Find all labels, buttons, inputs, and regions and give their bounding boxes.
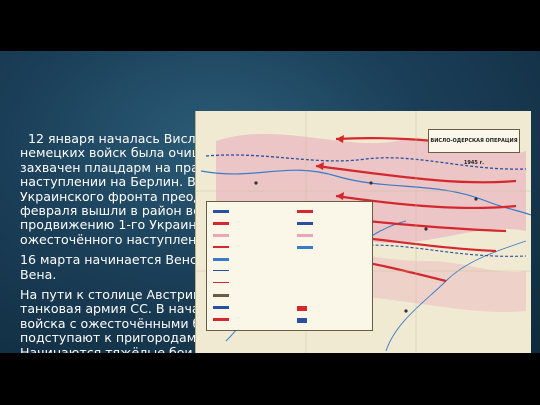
line: ожесточённого наступления xyxy=(20,231,213,247)
line: Вена. xyxy=(20,266,57,282)
line: На пути к столице Австрийс xyxy=(20,287,209,303)
legend-mark xyxy=(213,258,229,261)
legend-mark xyxy=(297,246,313,249)
line: Начинаются тяжёлые бои за xyxy=(20,344,212,353)
legend-mark xyxy=(297,306,307,311)
legend-mark xyxy=(213,246,229,248)
operation-map: ВИСЛО-ОДЕРСКАЯ ОПЕРАЦИЯ 1945 г. xyxy=(195,111,531,353)
legend-mark xyxy=(213,222,229,225)
legend-mark xyxy=(213,210,229,213)
legend-mark xyxy=(213,306,229,309)
line: Украинского фронта преодо xyxy=(20,188,210,204)
map-title: ВИСЛО-ОДЕРСКАЯ ОПЕРАЦИЯ 1945 г. xyxy=(428,129,520,166)
legend-mark xyxy=(297,222,313,225)
legend-mark xyxy=(297,318,307,323)
line: немецких войск была очище xyxy=(20,145,212,161)
line: февраля вышли в район вер xyxy=(20,203,209,219)
legend-mark xyxy=(213,270,229,271)
line: захвачен плацдарм на право xyxy=(20,159,214,175)
line: войска с ожесточёнными бо xyxy=(20,315,209,331)
legend-mark xyxy=(297,234,313,237)
legend-mark xyxy=(213,294,229,297)
line: подступают к пригородам В xyxy=(20,330,209,346)
line: наступлении на Берлин. В Ю xyxy=(20,174,214,190)
map-legend xyxy=(206,201,373,331)
legend-mark xyxy=(297,210,313,213)
legend-mark xyxy=(213,318,229,321)
legend-mark xyxy=(213,234,229,237)
legend-mark xyxy=(213,282,229,283)
line: продвижению 1-го Украинск xyxy=(20,217,212,233)
line: танковая армия СС. В начале xyxy=(20,301,216,317)
line: 12 января началась Висло-О xyxy=(28,131,218,146)
line: 16 марта начинается Венска xyxy=(20,252,213,268)
presentation-slide: 12 января началась Висло-О немецких войс… xyxy=(0,51,540,353)
